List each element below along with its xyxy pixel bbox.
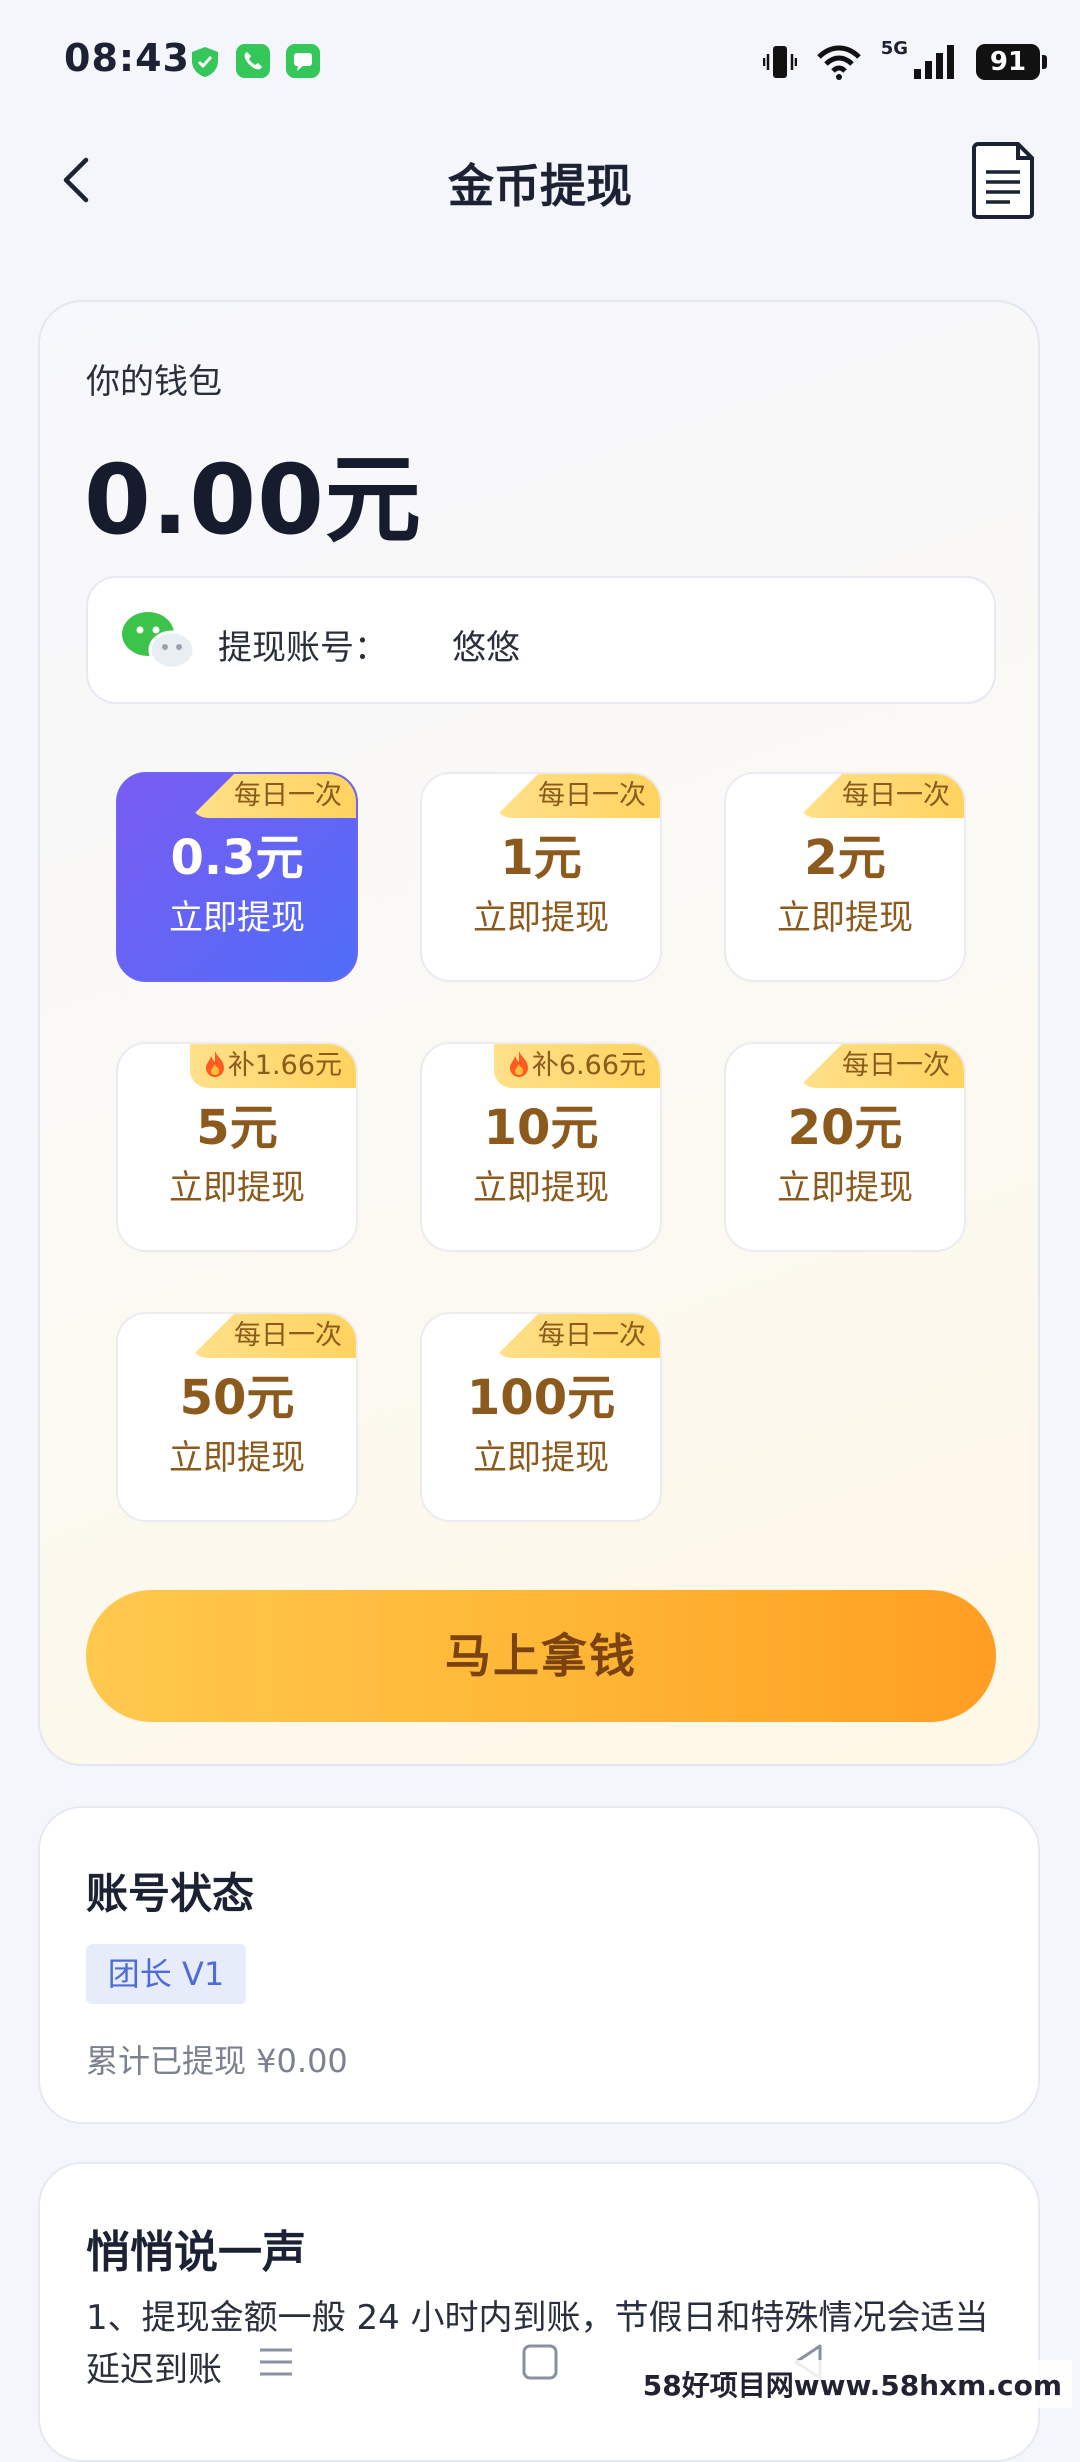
status-time: 08:43 xyxy=(64,36,190,80)
daily-once-badge: 每日一次 xyxy=(798,774,964,818)
battery-icon: 91 xyxy=(976,44,1047,80)
withdraw-now-button[interactable]: 马上拿钱 xyxy=(86,1590,996,1722)
battery-level: 91 xyxy=(989,47,1027,77)
withdraw-account-row[interactable]: 提现账号： 悠悠 xyxy=(86,576,996,704)
level-badge: 团长 V1 xyxy=(86,1944,246,2004)
daily-once-badge: 每日一次 xyxy=(494,774,660,818)
option-action: 立即提现 xyxy=(777,1168,913,1208)
phone-app-icon xyxy=(236,44,270,78)
option-amount: 50元 xyxy=(179,1370,295,1426)
vibrate-icon xyxy=(762,46,797,78)
wifi-icon xyxy=(816,45,861,80)
menu-icon[interactable] xyxy=(254,2340,298,2384)
page-title: 金币提现 xyxy=(448,159,632,213)
withdraw-option-2[interactable]: 每日一次 2元 立即提现 xyxy=(724,772,966,982)
signal-icon xyxy=(914,45,954,79)
wallet-balance: 0.00元 xyxy=(84,444,422,556)
system-nav-bar: 58好项目网www.58hxm.com xyxy=(0,2322,1080,2412)
withdraw-option-100[interactable]: 每日一次 100元 立即提现 xyxy=(420,1312,662,1522)
fire-icon xyxy=(205,1051,224,1077)
withdraw-option-5[interactable]: 补1.66元 5元 立即提现 xyxy=(116,1042,358,1252)
withdraw-option-0-3[interactable]: 每日一次 0.3元 立即提现 xyxy=(116,772,358,982)
option-action: 立即提现 xyxy=(169,898,305,938)
notice-card: 悄悄说一声 1、提现金额一般 24 小时内到账，节假日和特殊情况会适当延迟到账 xyxy=(38,2162,1040,2462)
option-amount: 0.3元 xyxy=(170,830,304,886)
option-amount: 20元 xyxy=(787,1100,903,1156)
watermark: 58好项目网www.58hxm.com xyxy=(632,2360,1072,2408)
fire-icon xyxy=(509,1051,528,1077)
notice-title: 悄悄说一声 xyxy=(86,2227,306,2278)
wallet-card: 你的钱包 0.00元 提现账号： 悠悠 每日一次 0.3元 立即提现 每日一次 … xyxy=(38,300,1040,1766)
option-action: 立即提现 xyxy=(169,1438,305,1478)
network-type: 5G xyxy=(880,38,908,59)
wallet-label: 你的钱包 xyxy=(86,362,222,402)
account-value: 悠悠 xyxy=(452,628,520,668)
message-app-icon xyxy=(286,44,320,78)
bonus-text: 补1.66元 xyxy=(227,1050,342,1081)
wechat-icon xyxy=(122,612,196,670)
daily-once-badge: 每日一次 xyxy=(798,1044,964,1088)
option-action: 立即提现 xyxy=(777,898,913,938)
option-amount: 5元 xyxy=(196,1100,278,1156)
daily-once-badge: 每日一次 xyxy=(190,1314,356,1358)
document-icon[interactable] xyxy=(970,140,1040,220)
home-icon[interactable] xyxy=(518,2340,562,2384)
daily-once-badge: 每日一次 xyxy=(190,774,356,818)
status-right-icons: 5G 91 xyxy=(762,38,1047,86)
option-amount: 2元 xyxy=(804,830,886,886)
withdraw-option-1[interactable]: 每日一次 1元 立即提现 xyxy=(420,772,662,982)
bonus-badge: 补6.66元 xyxy=(493,1044,660,1088)
daily-once-badge: 每日一次 xyxy=(494,1314,660,1358)
option-amount: 100元 xyxy=(466,1370,616,1426)
option-action: 立即提现 xyxy=(169,1168,305,1208)
account-status-title: 账号状态 xyxy=(86,1869,255,1918)
withdraw-option-50[interactable]: 每日一次 50元 立即提现 xyxy=(116,1312,358,1522)
withdraw-option-20[interactable]: 每日一次 20元 立即提现 xyxy=(724,1042,966,1252)
option-amount: 1元 xyxy=(500,830,582,886)
option-action: 立即提现 xyxy=(473,1168,609,1208)
total-withdrawn: 累计已提现 ¥0.00 xyxy=(86,2042,348,2080)
shield-icon xyxy=(192,47,218,77)
header: 金币提现 xyxy=(0,130,1080,230)
bonus-badge: 补1.66元 xyxy=(189,1044,356,1088)
bonus-text: 补6.66元 xyxy=(531,1050,646,1081)
option-action: 立即提现 xyxy=(473,1438,609,1478)
option-amount: 10元 xyxy=(483,1100,599,1156)
withdraw-option-10[interactable]: 补6.66元 10元 立即提现 xyxy=(420,1042,662,1252)
status-bar: 08:43 5G 91 xyxy=(0,0,1080,120)
account-status-card: 账号状态 团长 V1 累计已提现 ¥0.00 xyxy=(38,1806,1040,2124)
account-label: 提现账号： xyxy=(218,628,388,668)
option-action: 立即提现 xyxy=(473,898,609,938)
